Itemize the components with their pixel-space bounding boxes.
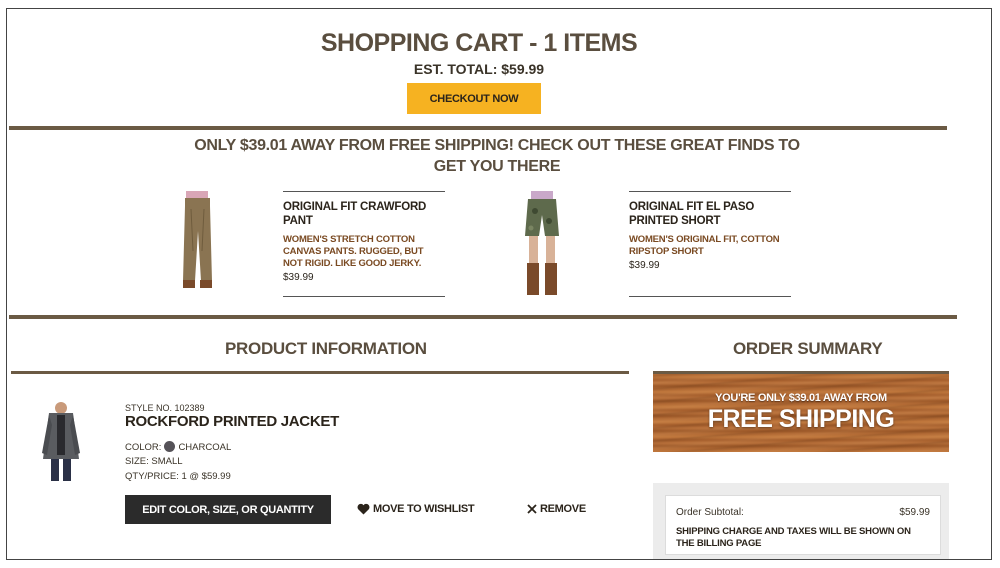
recommendation-info: ORIGINAL FIT EL PASO PRINTED SHORT WOMEN… bbox=[629, 191, 791, 297]
heart-icon bbox=[357, 503, 370, 515]
subtotal-label: Order Subtotal: bbox=[676, 507, 744, 518]
shipping-note: SHIPPING CHARGE AND TAXES WILL BE SHOWN … bbox=[676, 526, 911, 549]
product-color: COLOR: CHARCOAL bbox=[125, 441, 231, 453]
free-shipping-banner: YOU'RE ONLY $39.01 AWAY FROM FREE SHIPPI… bbox=[653, 374, 949, 452]
color-value: CHARCOAL bbox=[178, 442, 232, 453]
estimated-total: EST. TOTAL: $59.99 bbox=[413, 61, 545, 77]
close-icon bbox=[527, 504, 537, 514]
recommendation-price: $39.99 bbox=[283, 272, 314, 283]
recommendation-description: WOMEN'S ORIGINAL FIT, COTTON RIPSTOP SHO… bbox=[629, 234, 780, 257]
color-swatch bbox=[164, 441, 176, 452]
product-name[interactable]: ROCKFORD PRINTED JACKET bbox=[125, 413, 339, 430]
product-size: SIZE: SMALL bbox=[125, 456, 183, 467]
section-divider bbox=[11, 371, 629, 374]
recommendation-info: ORIGINAL FIT CRAWFORD PANT WOMEN'S STRET… bbox=[283, 191, 445, 297]
remove-item-link[interactable]: REMOVE bbox=[527, 503, 586, 515]
style-number: STYLE NO. 102389 bbox=[125, 403, 205, 413]
banner-line-1: YOU'RE ONLY $39.01 AWAY FROM bbox=[715, 392, 887, 404]
recommendation-name[interactable]: ORIGINAL FIT CRAWFORD PANT bbox=[283, 200, 445, 228]
subtotal-value: $59.99 bbox=[899, 507, 930, 518]
product-qty-price: QTY/PRICE: 1 @ $59.99 bbox=[125, 471, 231, 482]
edit-item-button[interactable]: EDIT COLOR, SIZE, OR QUANTITY bbox=[125, 495, 331, 524]
checkout-now-button[interactable]: CHECKOUT NOW bbox=[407, 83, 541, 114]
subtotal-row: Order Subtotal: $59.99 bbox=[676, 507, 930, 518]
rockford-jacket-image[interactable] bbox=[39, 401, 83, 483]
recommendation-name[interactable]: ORIGINAL FIT EL PASO PRINTED SHORT bbox=[629, 200, 791, 228]
crawford-pant-image[interactable] bbox=[171, 191, 225, 301]
move-to-wishlist-link[interactable]: MOVE TO WISHLIST bbox=[357, 503, 475, 515]
section-divider bbox=[9, 126, 947, 130]
cart-title: SHOPPING CART - 1 ITEMS bbox=[320, 29, 638, 57]
wishlist-label: MOVE TO WISHLIST bbox=[373, 503, 475, 515]
order-summary-panel: Order Subtotal: $59.99 SHIPPING CHARGE A… bbox=[653, 483, 949, 559]
order-summary-box: Order Subtotal: $59.99 SHIPPING CHARGE A… bbox=[665, 495, 941, 555]
banner-line-2: FREE SHIPPING bbox=[707, 405, 895, 433]
product-information-heading: PRODUCT INFORMATION bbox=[225, 339, 427, 358]
recommendation-description: WOMEN'S STRETCH COTTON CANVAS PANTS. RUG… bbox=[283, 234, 424, 269]
color-label: COLOR: bbox=[125, 442, 162, 453]
remove-label: REMOVE bbox=[540, 503, 586, 515]
cart-page: SHOPPING CART - 1 ITEMS EST. TOTAL: $59.… bbox=[6, 8, 992, 560]
order-summary-heading: ORDER SUMMARY bbox=[733, 339, 883, 358]
el-paso-short-image[interactable] bbox=[511, 191, 573, 301]
free-shipping-promo-text: ONLY $39.01 AWAY FROM FREE SHIPPING! CHE… bbox=[194, 137, 800, 175]
recommendation-price: $39.99 bbox=[629, 260, 660, 271]
section-divider bbox=[9, 315, 957, 319]
